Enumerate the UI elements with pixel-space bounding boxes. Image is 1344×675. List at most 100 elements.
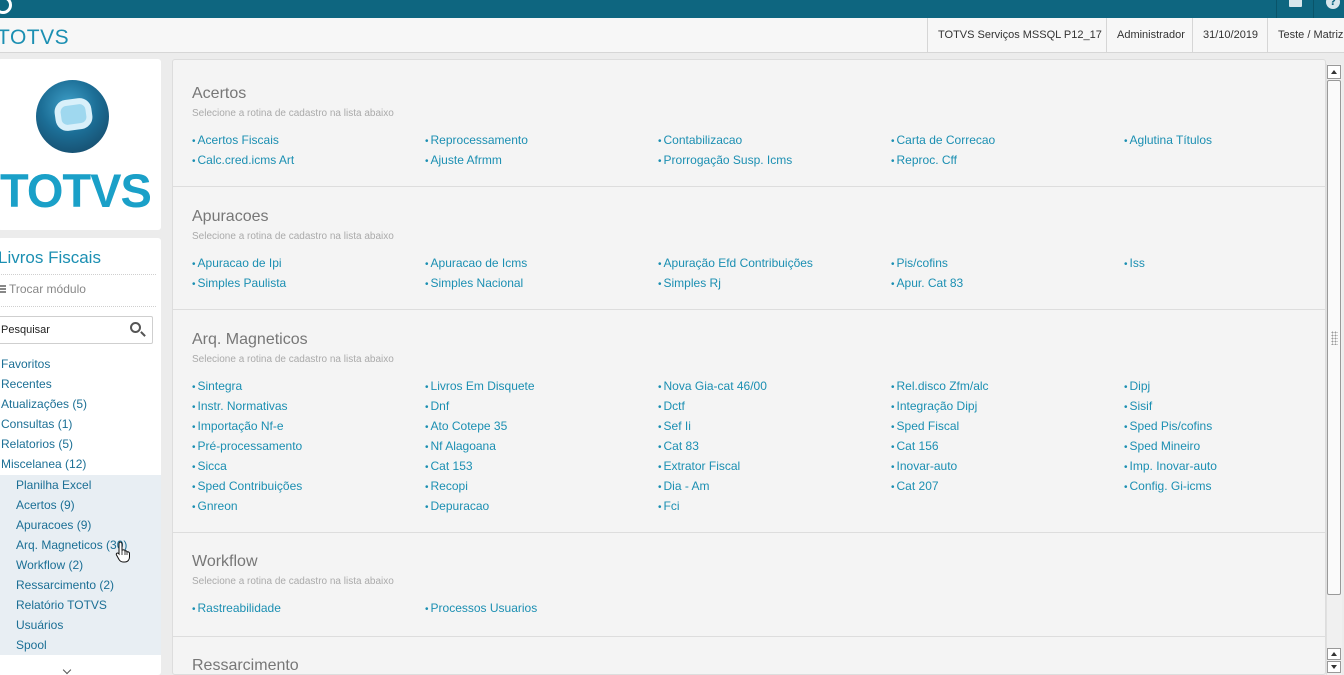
menu-item-consultas[interactable]: Consultas (1) bbox=[0, 414, 161, 434]
submenu-item-usuarios[interactable]: Usuários bbox=[0, 615, 161, 635]
routine-link[interactable]: Pis/cofins bbox=[891, 253, 948, 273]
header-bar: TOTVS TOTVS Serviços MSSQL P12_17 Admini… bbox=[0, 18, 1344, 53]
routine-link[interactable]: Reproc. Cff bbox=[891, 150, 957, 170]
routine-link[interactable]: Config. Gi-icms bbox=[1124, 476, 1212, 496]
routine-link[interactable]: Cat 156 bbox=[891, 436, 939, 456]
routine-link[interactable]: Sped Contribuições bbox=[192, 476, 303, 496]
routine-link[interactable]: Rel.disco Zfm/alc bbox=[891, 376, 989, 396]
branch-label[interactable]: Teste / Matriz bbox=[1267, 18, 1344, 52]
routine-link[interactable]: Sisif bbox=[1124, 396, 1153, 416]
routine-link[interactable]: Dctf bbox=[658, 396, 685, 416]
section-title: Workflow bbox=[192, 553, 258, 570]
routine-link[interactable]: Processos Usuarios bbox=[425, 598, 538, 618]
routine-link[interactable]: Inovar-auto bbox=[891, 456, 958, 476]
routine-link[interactable]: Apuração Efd Contribuições bbox=[658, 253, 813, 273]
routine-link[interactable]: Simples Nacional bbox=[425, 273, 524, 293]
module-title: Livros Fiscais bbox=[0, 248, 101, 267]
routine-link[interactable]: Sicca bbox=[192, 456, 227, 476]
routine-link[interactable]: Recopi bbox=[425, 476, 468, 496]
routine-link[interactable]: Importação Nf-e bbox=[192, 416, 284, 436]
sidebar-logo-panel: TOTVS bbox=[0, 59, 161, 230]
routine-link[interactable]: Sef Ii bbox=[658, 416, 691, 436]
app-title: TOTVS bbox=[0, 26, 70, 49]
routine-link[interactable]: Cat 153 bbox=[425, 456, 473, 476]
sidebar-nav: Livros Fiscais Trocar módulo Favoritos R… bbox=[0, 238, 161, 675]
routine-link[interactable]: Ajuste Afrmm bbox=[425, 150, 502, 170]
menu-item-recentes[interactable]: Recentes bbox=[0, 374, 161, 394]
routine-link[interactable]: Rastreabilidade bbox=[192, 598, 281, 618]
routine-link[interactable]: Nova Gia-cat 46/00 bbox=[658, 376, 767, 396]
module-menu: Favoritos Recentes Atualizações (5) Cons… bbox=[0, 354, 161, 474]
content-scrollbar[interactable] bbox=[1326, 64, 1342, 675]
chevron-down-icon[interactable] bbox=[62, 665, 72, 675]
submenu-item-relatorio-totvs[interactable]: Relatório TOTVS bbox=[0, 595, 161, 615]
routine-link[interactable]: Extrator Fiscal bbox=[658, 456, 741, 476]
routine-link[interactable]: Prorrogação Susp. Icms bbox=[658, 150, 793, 170]
routine-link[interactable]: Aglutina Títulos bbox=[1124, 130, 1213, 150]
scroll-up-button[interactable] bbox=[1327, 65, 1341, 79]
section-title: Apuracoes bbox=[192, 208, 269, 225]
switch-module-button[interactable]: Trocar módulo bbox=[0, 282, 86, 296]
menu-item-relatorios[interactable]: Relatorios (5) bbox=[0, 434, 161, 454]
main-content: Acertos Selecione a rotina de cadastro n… bbox=[172, 59, 1326, 675]
submenu-item-workflow[interactable]: Workflow (2) bbox=[0, 555, 161, 575]
routine-link[interactable]: Livros Em Disquete bbox=[425, 376, 535, 396]
submenu-item-spool[interactable]: Spool bbox=[0, 635, 161, 655]
menu-icon bbox=[0, 285, 6, 293]
routine-link[interactable]: Nf Alagoana bbox=[425, 436, 496, 456]
routine-link[interactable]: Reprocessamento bbox=[425, 130, 528, 150]
routine-link[interactable]: Apur. Cat 83 bbox=[891, 273, 964, 293]
routine-link[interactable]: Ato Cotepe 35 bbox=[425, 416, 508, 436]
routine-link[interactable]: Calc.cred.icms Art bbox=[192, 150, 295, 170]
menu-item-favoritos[interactable]: Favoritos bbox=[0, 354, 161, 374]
totvs-logo-symbol bbox=[36, 80, 109, 153]
scrollbar-thumb[interactable] bbox=[1327, 80, 1341, 595]
routine-link[interactable]: Sintegra bbox=[192, 376, 243, 396]
routine-link[interactable]: Cat 83 bbox=[658, 436, 699, 456]
routine-link[interactable]: Simples Rj bbox=[658, 273, 721, 293]
routine-link[interactable]: Integração Dipj bbox=[891, 396, 978, 416]
search-input[interactable] bbox=[0, 322, 124, 338]
scroll-down-button[interactable] bbox=[1327, 661, 1341, 673]
submenu-item-acertos[interactable]: Acertos (9) bbox=[0, 495, 161, 515]
routine-link[interactable]: Apuracao de Icms bbox=[425, 253, 528, 273]
section-acertos: Acertos Selecione a rotina de cadastro n… bbox=[173, 60, 1325, 187]
totvs-logo-icon[interactable] bbox=[0, 0, 12, 14]
routine-link[interactable]: Acertos Fiscais bbox=[192, 130, 279, 150]
search-icon[interactable] bbox=[130, 322, 141, 333]
submenu-item-apuracoes[interactable]: Apuracoes (9) bbox=[0, 515, 161, 535]
routine-link[interactable]: Imp. Inovar-auto bbox=[1124, 456, 1217, 476]
menu-item-miscelanea[interactable]: Miscelanea (12) bbox=[0, 454, 161, 474]
submenu-item-arq-magneticos[interactable]: Arq. Magneticos (30) bbox=[0, 535, 161, 555]
routine-link[interactable]: Depuracao bbox=[425, 496, 490, 516]
routine-link[interactable]: Iss bbox=[1124, 253, 1145, 273]
routine-link[interactable]: Contabilizacao bbox=[658, 130, 743, 150]
routine-link[interactable]: Fci bbox=[658, 496, 680, 516]
routine-link[interactable]: Instr. Normativas bbox=[192, 396, 288, 416]
user-label[interactable]: Administrador bbox=[1106, 18, 1195, 52]
date-label: 31/10/2019 bbox=[1192, 18, 1268, 52]
help-icon[interactable]: ? bbox=[1326, 0, 1340, 9]
routine-link[interactable]: Dnf bbox=[425, 396, 450, 416]
mail-icon[interactable] bbox=[1289, 0, 1302, 7]
section-subtitle: Selecione a rotina de cadastro na lista … bbox=[192, 576, 394, 587]
routine-link[interactable]: Pré-processamento bbox=[192, 436, 303, 456]
routine-link[interactable]: Simples Paulista bbox=[192, 273, 287, 293]
routine-link[interactable]: Apuracao de Ipi bbox=[192, 253, 282, 273]
routine-link[interactable]: Sped Fiscal bbox=[891, 416, 960, 436]
hand-cursor-icon bbox=[115, 541, 130, 563]
section-subtitle: Selecione a rotina de cadastro na lista … bbox=[192, 231, 394, 242]
routine-link[interactable]: Carta de Correcao bbox=[891, 130, 996, 150]
submenu-item-planilha-excel[interactable]: Planilha Excel bbox=[0, 475, 161, 495]
menu-item-atualizacoes[interactable]: Atualizações (5) bbox=[0, 394, 161, 414]
routine-link[interactable]: Sped Pis/cofins bbox=[1124, 416, 1213, 436]
routine-link[interactable]: Gnreon bbox=[192, 496, 238, 516]
section-subtitle: Selecione a rotina de cadastro na lista … bbox=[192, 108, 394, 119]
routine-link[interactable]: Dipj bbox=[1124, 376, 1151, 396]
submenu-item-ressarcimento[interactable]: Ressarcimento (2) bbox=[0, 575, 161, 595]
section-title: Ressarcimento bbox=[192, 657, 299, 674]
routine-link[interactable]: Sped Mineiro bbox=[1124, 436, 1201, 456]
routine-link[interactable]: Cat 207 bbox=[891, 476, 939, 496]
scroll-up-button[interactable] bbox=[1327, 648, 1341, 660]
routine-link[interactable]: Dia - Am bbox=[658, 476, 710, 496]
